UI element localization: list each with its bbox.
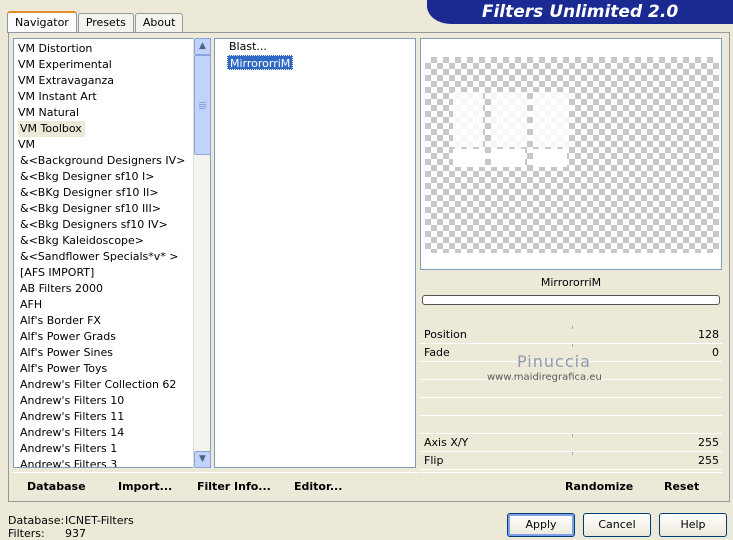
list-item[interactable]: Alf's Power Grads bbox=[20, 329, 116, 345]
preview-shape bbox=[533, 92, 569, 147]
list-item[interactable]: &<Bkg Designers sf10 IV> bbox=[20, 217, 168, 233]
filter-title: MirrororriM bbox=[540, 276, 602, 289]
randomize-button[interactable]: Randomize bbox=[565, 480, 633, 493]
apply-button[interactable]: Apply bbox=[507, 513, 575, 537]
status-filters: Filters: 937 bbox=[8, 527, 86, 540]
status-label: Database: bbox=[8, 514, 65, 527]
list-item[interactable]: Andrew's Filters 14 bbox=[20, 425, 124, 441]
watermark-url: www.maidiregrafica.eu bbox=[487, 372, 602, 383]
list-item[interactable]: Andrew's Filter Collection 62 bbox=[20, 377, 176, 393]
progress-bar bbox=[422, 295, 720, 305]
scroll-thumb[interactable] bbox=[194, 55, 211, 155]
scroll-down-button[interactable]: ▼ bbox=[194, 451, 211, 468]
watermark-name: Pinuccia bbox=[517, 352, 591, 371]
param-value: 255 bbox=[698, 454, 719, 467]
preview-shape bbox=[453, 92, 483, 147]
chevron-down-icon: ▼ bbox=[199, 454, 206, 464]
list-item-selected[interactable]: VM Toolbox bbox=[18, 121, 85, 137]
cancel-button[interactable]: Cancel bbox=[583, 513, 651, 537]
reset-button[interactable]: Reset bbox=[664, 480, 699, 493]
help-button[interactable]: Help bbox=[659, 513, 727, 537]
param-label: Position bbox=[424, 328, 467, 341]
slider-tick bbox=[572, 344, 573, 347]
preview-pane bbox=[420, 38, 722, 270]
import-button[interactable]: Import... bbox=[118, 480, 172, 493]
list-item[interactable]: &<Bkg Designer sf10 I> bbox=[20, 169, 155, 185]
slider-tick bbox=[572, 452, 573, 455]
list-item[interactable]: AB Filters 2000 bbox=[20, 281, 103, 297]
status-label: Filters: bbox=[8, 527, 45, 540]
list-item[interactable]: VM Extravaganza bbox=[18, 73, 114, 89]
filter-info-button[interactable]: Filter Info... bbox=[197, 480, 271, 493]
preview-shape bbox=[491, 92, 527, 147]
list-item[interactable]: &<BKg Designer sf10 II> bbox=[20, 185, 159, 201]
list-item-selected[interactable]: MirrororriM bbox=[227, 55, 294, 70]
param-row[interactable]: Position 128 bbox=[420, 326, 722, 344]
list-item[interactable]: Alf's Border FX bbox=[20, 313, 101, 329]
list-item[interactable]: &<Sandflower Specials*v* > bbox=[20, 249, 179, 265]
param-row[interactable]: Axis X/Y 255 bbox=[420, 434, 722, 452]
grip-line bbox=[199, 104, 206, 105]
list-item[interactable]: Andrew's Filters 1 bbox=[20, 441, 117, 457]
left-toolbar: Database Import... Filter Info... Editor… bbox=[13, 472, 418, 498]
scroll-up-button[interactable]: ▲ bbox=[194, 38, 211, 55]
list-item[interactable]: VM Distortion bbox=[18, 41, 92, 57]
param-row bbox=[420, 398, 722, 416]
category-scrollbar[interactable]: ▲ ▼ bbox=[193, 38, 211, 468]
list-item[interactable]: Alf's Power Sines bbox=[20, 345, 113, 361]
tab-about[interactable]: About bbox=[134, 13, 184, 33]
param-value: 128 bbox=[698, 328, 719, 341]
slider-tick bbox=[572, 326, 573, 329]
list-item[interactable]: VM Instant Art bbox=[18, 89, 97, 105]
grip-line bbox=[199, 108, 206, 109]
param-row[interactable]: Flip 255 bbox=[420, 452, 722, 470]
param-row bbox=[420, 416, 722, 434]
list-item[interactable]: Andrew's Filters 3 bbox=[20, 457, 117, 467]
preview-shape bbox=[453, 149, 485, 167]
chevron-up-icon: ▲ bbox=[199, 41, 206, 51]
database-button[interactable]: Database bbox=[27, 480, 86, 493]
status-value: ICNET-Filters bbox=[65, 514, 134, 527]
list-item[interactable]: VM Natural bbox=[18, 105, 79, 121]
status-value: 937 bbox=[65, 527, 86, 540]
list-item[interactable]: &<Background Designers IV> bbox=[20, 153, 185, 169]
param-label: Axis X/Y bbox=[424, 436, 469, 449]
param-list: Position 128 Fade 0 Axis X/Y 255 Flip 25… bbox=[420, 326, 722, 470]
status-database: Database: ICNET-Filters bbox=[8, 514, 134, 527]
preview-shape bbox=[533, 149, 567, 167]
grip-line bbox=[199, 102, 206, 103]
param-value: 0 bbox=[712, 346, 719, 359]
preview-shape bbox=[491, 149, 525, 167]
param-value: 255 bbox=[698, 436, 719, 449]
filter-list[interactable]: Blast... MirrororriM bbox=[214, 38, 416, 468]
tab-navigator[interactable]: Navigator bbox=[7, 11, 77, 33]
list-item[interactable]: &<Bkg Designer sf10 III> bbox=[20, 201, 161, 217]
grip-line bbox=[199, 106, 206, 107]
tab-strip: Navigator Presets About bbox=[7, 11, 184, 33]
category-list[interactable]: VM Distortion VM Experimental VM Extrava… bbox=[13, 38, 211, 468]
list-item[interactable]: &<Bkg Kaleidoscope> bbox=[20, 233, 144, 249]
list-item[interactable]: Andrew's Filters 11 bbox=[20, 409, 124, 425]
list-item[interactable]: VM bbox=[18, 137, 35, 153]
param-label: Fade bbox=[424, 346, 450, 359]
list-item[interactable]: VM Experimental bbox=[18, 57, 112, 73]
preview-image bbox=[425, 57, 719, 253]
slider-tick bbox=[572, 434, 573, 437]
tab-presets[interactable]: Presets bbox=[77, 13, 134, 33]
editor-button[interactable]: Editor... bbox=[294, 480, 342, 493]
app-banner: Filters Unlimited 2.0 bbox=[427, 0, 733, 24]
list-item[interactable]: Blast... bbox=[227, 39, 269, 54]
list-item[interactable]: Andrew's Filters 10 bbox=[20, 393, 124, 409]
list-item[interactable]: AFH bbox=[20, 297, 42, 313]
list-item[interactable]: Alf's Power Toys bbox=[20, 361, 107, 377]
right-toolbar: Randomize Reset bbox=[420, 472, 722, 498]
param-label: Flip bbox=[424, 454, 444, 467]
list-item[interactable]: [AFS IMPORT] bbox=[20, 265, 94, 281]
